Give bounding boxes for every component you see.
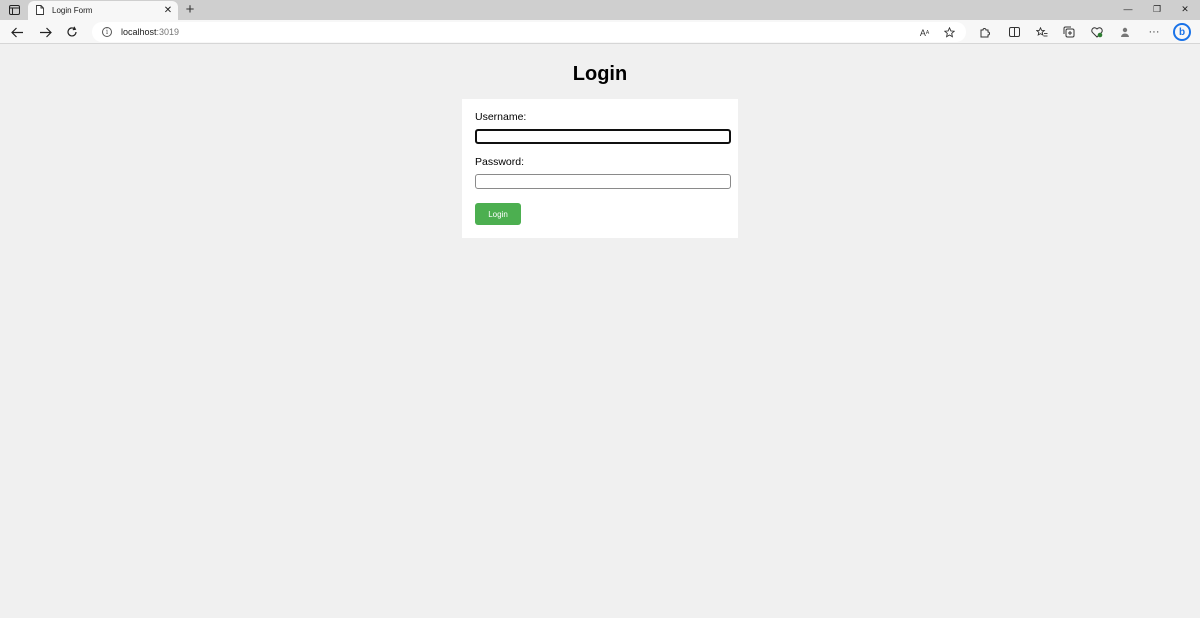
login-form: Username: Password: Login [462, 99, 738, 238]
tab-close-icon[interactable]: ✕ [163, 5, 173, 16]
site-info-icon[interactable]: i [102, 27, 112, 37]
extensions-icon[interactable] [976, 24, 992, 40]
page-icon [36, 2, 44, 20]
username-label: Username: [475, 111, 527, 123]
tab-actions-icon[interactable] [6, 3, 22, 17]
profile-icon[interactable] [1117, 24, 1133, 40]
address-bar[interactable]: i localhost:3019 AA [92, 22, 966, 42]
bing-copilot-icon[interactable]: b [1173, 23, 1191, 41]
reload-icon[interactable] [64, 24, 80, 40]
back-arrow-icon[interactable] [9, 24, 25, 40]
split-screen-icon[interactable] [1006, 24, 1022, 40]
forward-arrow-icon[interactable] [37, 24, 53, 40]
read-aloud-icon[interactable]: AA [918, 26, 931, 39]
more-menu-icon[interactable]: ··· [1146, 24, 1162, 40]
url-port: :3019 [156, 27, 180, 37]
username-input[interactable] [475, 129, 731, 144]
url-host: localhost [121, 27, 157, 37]
window-close-icon[interactable]: ✕ [1177, 2, 1193, 16]
browser-tab[interactable]: Login Form ✕ [28, 1, 178, 20]
page-title: Login [572, 63, 628, 85]
navigation-bar: i localhost:3019 AA ··· [0, 20, 1200, 44]
favorites-icon[interactable] [1034, 24, 1050, 40]
new-tab-button[interactable]: + [183, 1, 197, 18]
restore-icon[interactable]: ❐ [1149, 2, 1165, 16]
password-input[interactable] [475, 174, 731, 189]
minimize-icon[interactable]: — [1120, 2, 1136, 16]
page-content: Login Username: Password: Login [0, 45, 1200, 618]
tab-title: Login Form [52, 6, 93, 15]
add-favorite-icon[interactable] [943, 26, 956, 39]
password-label: Password: [475, 156, 525, 168]
login-button[interactable]: Login [475, 203, 521, 225]
browser-essentials-icon[interactable] [1089, 24, 1105, 40]
collections-icon[interactable] [1061, 24, 1077, 40]
tab-strip: Login Form ✕ + — ❐ ✕ [0, 0, 1200, 20]
